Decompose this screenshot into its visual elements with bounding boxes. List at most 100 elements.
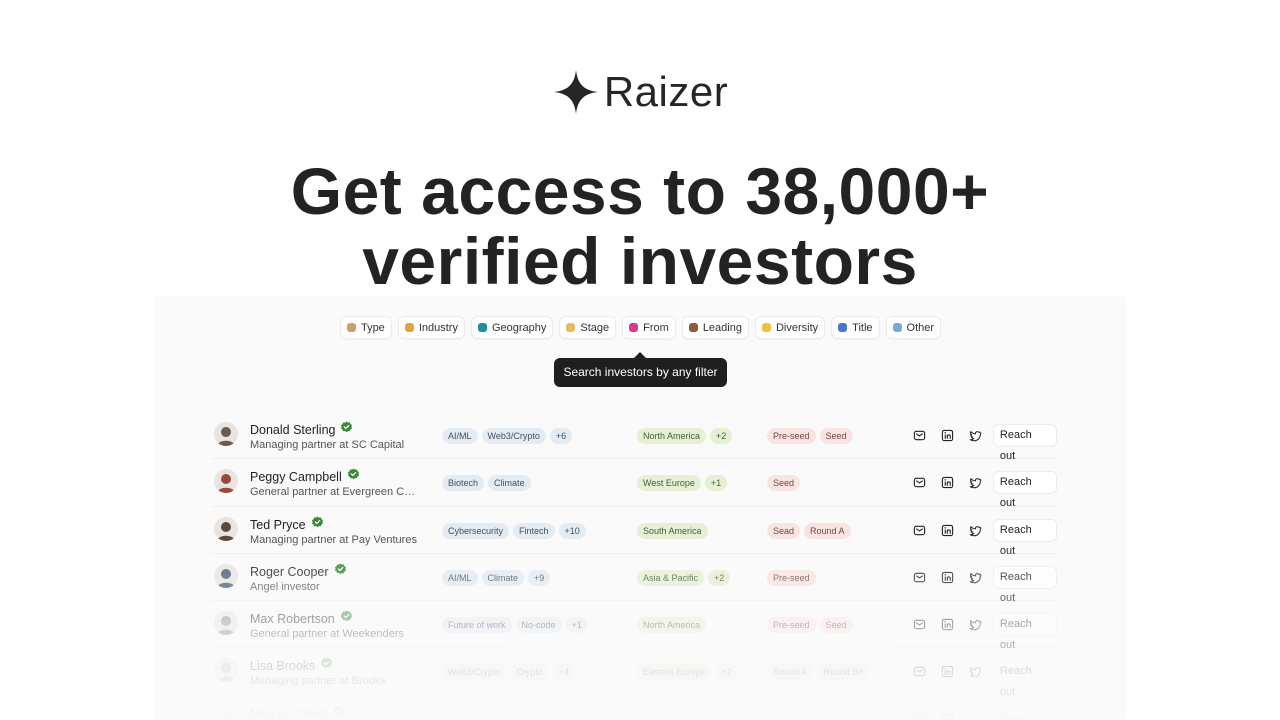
mail-icon <box>913 713 926 720</box>
linkedin-button[interactable] <box>937 425 959 447</box>
email-button[interactable] <box>909 614 931 636</box>
industries-tags: Food & Beverage Marketplaces <box>442 711 594 720</box>
linkedin-button[interactable] <box>937 614 959 636</box>
geography-tag: West Europe <box>637 475 701 492</box>
investor-row: Megan Calvet Food & Beverage Marketplaces A… <box>212 696 1057 720</box>
reach-out-button[interactable]: Reach out <box>992 613 1057 651</box>
row-actions: Reach out <box>909 518 1057 557</box>
row-actions: Reach out <box>909 471 1057 509</box>
industry-tag: Marketplaces <box>528 711 594 720</box>
linkedin-icon <box>941 665 954 678</box>
email-button[interactable] <box>909 519 931 541</box>
office-building-icon <box>838 323 848 332</box>
linkedin-button[interactable] <box>937 472 959 494</box>
raised-hands-icon <box>761 323 771 332</box>
reach-out-button[interactable]: Reach out <box>992 707 1057 720</box>
row-actions: Reach out <box>909 565 1057 604</box>
industry-tag: AI/ML <box>442 428 478 444</box>
investor-role: Angel investor <box>250 580 320 593</box>
industry-tag: +6 <box>549 428 573 444</box>
email-button[interactable] <box>909 472 931 494</box>
twitter-button[interactable] <box>965 566 987 588</box>
linkedin-button[interactable] <box>937 708 959 720</box>
verified-badge-icon <box>342 468 360 486</box>
headline-line-2: verified investors <box>362 224 918 298</box>
stage-tag: Pre-seed <box>767 569 816 586</box>
stage-tag: Seed <box>767 475 801 492</box>
sparkle-star-icon <box>553 70 598 114</box>
filter-chip-geography[interactable]: Geography <box>470 316 554 339</box>
filter-chip-title[interactable]: Title <box>831 316 880 339</box>
twitter-button[interactable] <box>965 661 987 683</box>
industries-tags: AI/ML Climate +9 <box>442 569 551 586</box>
email-button[interactable] <box>909 425 931 447</box>
linkedin-button[interactable] <box>937 566 959 588</box>
investor-row: Ted Pryce Managing partner at Pay Venture… <box>212 507 1057 557</box>
linkedin-button[interactable] <box>937 519 959 541</box>
geography-tag: Africa <box>637 711 673 720</box>
industry-tag: Biotech <box>442 475 485 492</box>
stage-tag: Round B+ <box>817 664 870 681</box>
stages-tags: Seed <box>767 475 801 492</box>
avatar <box>214 422 238 446</box>
reach-out-button[interactable]: Reach out <box>992 518 1057 557</box>
industries-tags: Cybersecurity Fintech +10 <box>442 522 586 539</box>
stage-tag: Pre-seed <box>767 711 816 720</box>
row-actions: Reach out <box>909 424 1057 462</box>
twitter-button[interactable] <box>965 708 987 720</box>
filter-chip-diversity[interactable]: Diversity <box>754 316 826 339</box>
filter-chip-label: Geography <box>491 321 547 334</box>
person-icon <box>346 323 356 332</box>
brand-logo: Raizer <box>0 68 1280 116</box>
filter-chip-industry[interactable]: Industry <box>397 316 465 339</box>
reach-out-button[interactable]: Reach out <box>992 424 1057 462</box>
filter-chip-from[interactable]: From <box>622 316 676 339</box>
mail-icon <box>913 571 926 584</box>
investor-name: Ted Pryce <box>250 517 306 532</box>
linkedin-icon <box>941 476 954 489</box>
headline-line-1: Get access to 38,000+ <box>290 154 990 228</box>
industries-tags: Biotech Climate <box>442 475 531 492</box>
geography-tag: South America <box>637 522 708 539</box>
stage-tag: Pre-seed <box>767 428 816 444</box>
investor-role: Managing partner at Pay Ventures <box>250 533 417 546</box>
mail-icon <box>913 618 926 631</box>
twitter-button[interactable] <box>965 472 987 494</box>
reach-out-button[interactable]: Reach out <box>992 471 1057 509</box>
industry-tag: Crypto <box>510 664 549 681</box>
twitter-button[interactable] <box>965 519 987 541</box>
investor-list: Donald Sterling Managing partner at SC Ca… <box>212 412 1057 720</box>
email-button[interactable] <box>909 708 931 720</box>
industry-tag: Climate <box>488 475 531 492</box>
verified-badge-icon <box>329 563 347 581</box>
industry-tag: Cybersecurity <box>442 522 510 539</box>
geography-tag: +2 <box>710 428 733 444</box>
email-button[interactable] <box>909 661 931 683</box>
stages-tags: Pre-seed Seed <box>767 428 853 444</box>
page-headline: Get access to 38,000+ verified investors <box>0 156 1280 296</box>
filter-chip-leading[interactable]: Leading <box>681 316 749 339</box>
filter-chip-other[interactable]: Other <box>885 316 942 339</box>
reach-out-button[interactable]: Reach out <box>992 565 1057 604</box>
stage-tag: Round A <box>767 664 814 681</box>
twitter-button[interactable] <box>965 614 987 636</box>
industries-tags: Future of work No-code +1 <box>442 617 588 634</box>
avatar <box>214 705 238 720</box>
filter-chip-type[interactable]: Type <box>339 316 392 339</box>
verified-badge-icon <box>306 516 324 534</box>
filter-chip-stage[interactable]: Stage <box>559 316 617 339</box>
stage-tag: Sead <box>767 522 801 539</box>
reach-out-button[interactable]: Reach out <box>992 660 1057 698</box>
twitter-button[interactable] <box>965 425 987 447</box>
twitter-icon <box>969 429 983 442</box>
verified-badge-icon <box>315 657 333 675</box>
linkedin-button[interactable] <box>937 661 959 683</box>
industry-tag: Fintech <box>513 522 555 539</box>
filter-chip-label: Leading <box>702 321 742 334</box>
email-button[interactable] <box>909 566 931 588</box>
mail-icon <box>913 524 926 537</box>
avatar <box>214 516 238 541</box>
rainbow-icon <box>404 323 414 332</box>
egg-icon <box>566 323 576 332</box>
stages-tags: Pre-seed <box>767 569 816 586</box>
